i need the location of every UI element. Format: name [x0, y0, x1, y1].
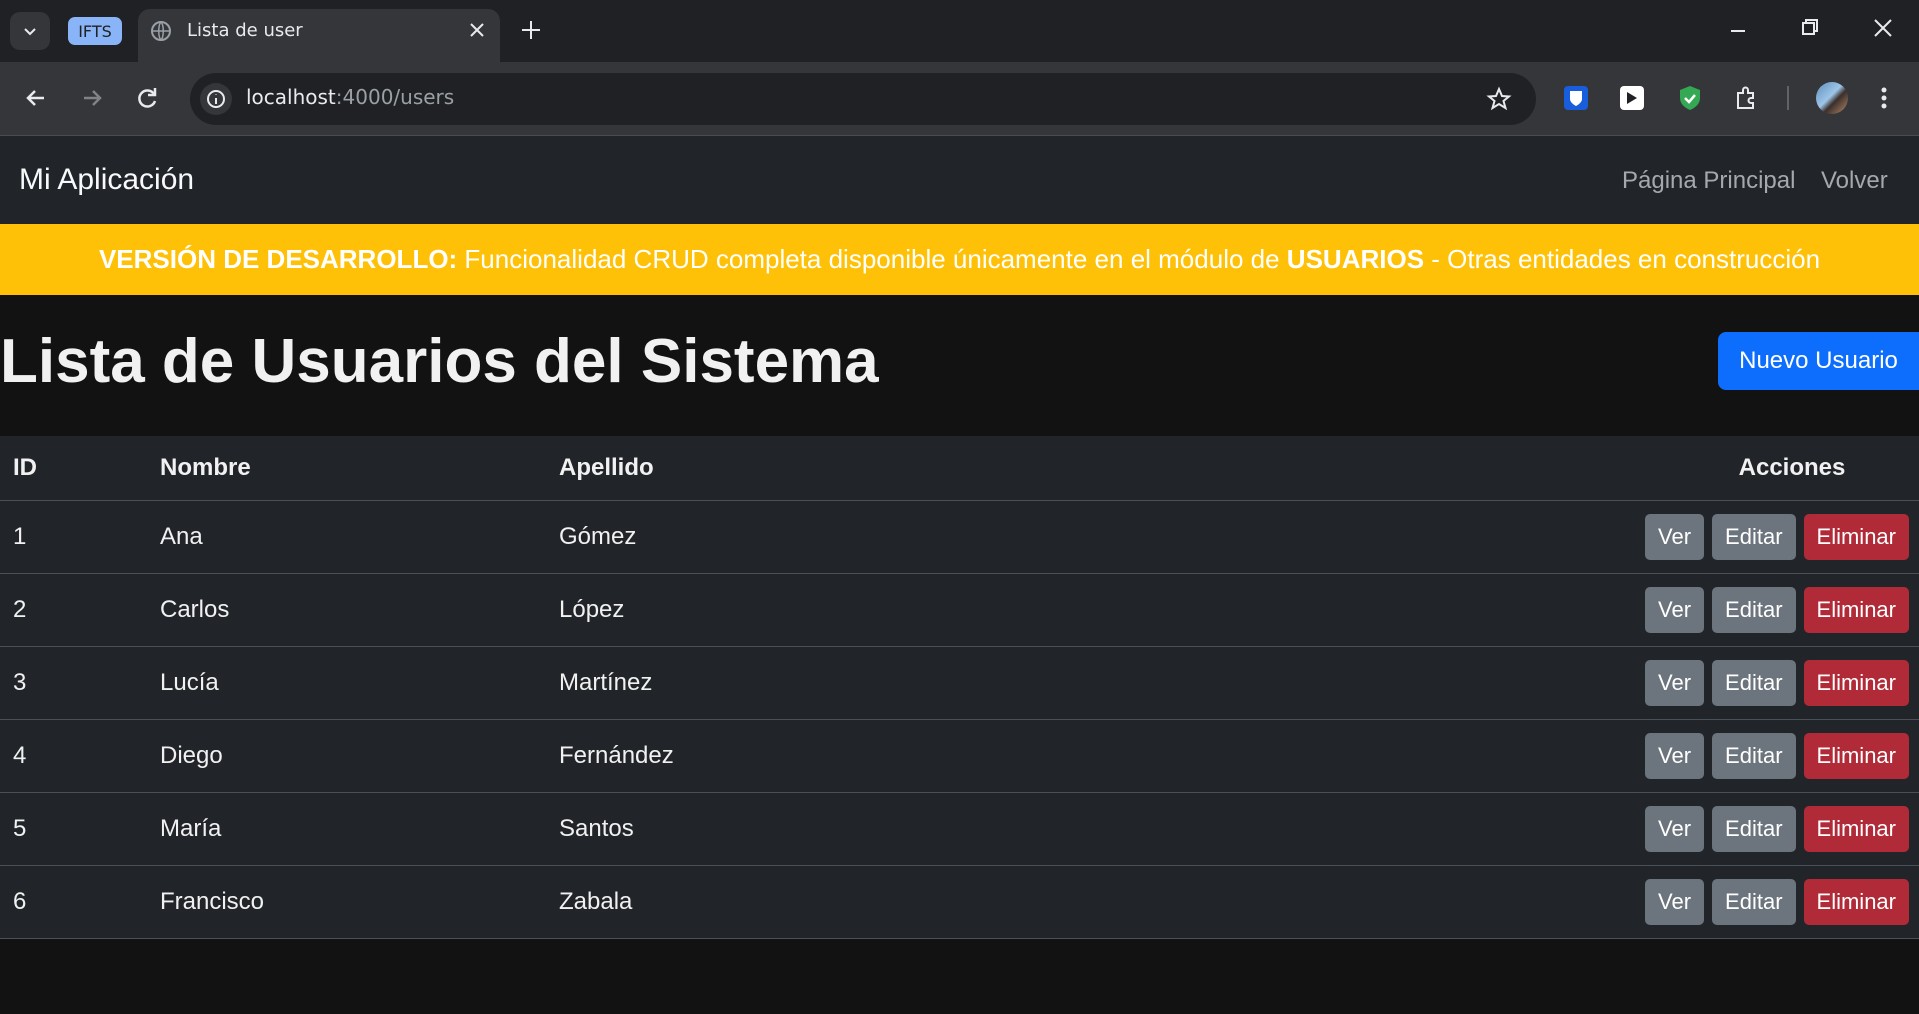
- minimize-icon[interactable]: [1728, 16, 1748, 36]
- row-id: 3: [0, 646, 160, 720]
- delete-button[interactable]: Eliminar: [1803, 659, 1909, 706]
- row-nombre: María: [160, 792, 559, 866]
- row-apellido: Martínez: [559, 646, 1525, 720]
- row-nombre: Ana: [160, 500, 559, 574]
- row-apellido: López: [559, 573, 1525, 647]
- page-title: Lista de Usuarios del Sistema: [0, 327, 879, 396]
- site-info-icon[interactable]: [200, 83, 232, 115]
- chevron-down-icon: [24, 28, 36, 36]
- shield-icon[interactable]: [1676, 84, 1704, 112]
- row-actions: Ver Editar Eliminar: [1525, 865, 1919, 939]
- delete-button[interactable]: Eliminar: [1803, 805, 1909, 852]
- new-user-button[interactable]: Nuevo Usuario: [1718, 332, 1919, 390]
- nav-link-home[interactable]: Página Principal: [1622, 167, 1795, 195]
- delete-button[interactable]: Eliminar: [1803, 878, 1909, 925]
- reload-icon[interactable]: [133, 84, 161, 112]
- edit-button[interactable]: Editar: [1712, 659, 1796, 706]
- row-id: 4: [0, 719, 160, 793]
- edit-button[interactable]: Editar: [1712, 732, 1796, 779]
- row-actions: Ver Editar Eliminar: [1525, 500, 1919, 574]
- back-arrow-icon[interactable]: [22, 84, 50, 112]
- toolbar-separator: [1787, 86, 1789, 110]
- column-header-nombre: Nombre: [160, 436, 559, 501]
- edit-button[interactable]: Editar: [1712, 513, 1796, 560]
- edit-button[interactable]: Editar: [1712, 805, 1796, 852]
- delete-button[interactable]: Eliminar: [1803, 513, 1909, 560]
- table-row: 6 Francisco Zabala Ver Editar Eliminar: [0, 865, 1919, 939]
- table-row: 5 María Santos Ver Editar Eliminar: [0, 792, 1919, 866]
- table-row: 2 Carlos López Ver Editar Eliminar: [0, 573, 1919, 647]
- app-brand[interactable]: Mi Aplicación: [19, 163, 194, 197]
- column-header-apellido: Apellido: [559, 436, 1525, 501]
- row-nombre: Lucía: [160, 646, 559, 720]
- edit-button[interactable]: Editar: [1712, 878, 1796, 925]
- extension-icon[interactable]: [1618, 84, 1646, 112]
- tab-title: Lista de user: [187, 20, 303, 41]
- view-button[interactable]: Ver: [1645, 732, 1705, 779]
- row-actions: Ver Editar Eliminar: [1525, 792, 1919, 866]
- url-text[interactable]: localhost:4000/users: [246, 85, 454, 109]
- view-button[interactable]: Ver: [1645, 586, 1705, 633]
- delete-button[interactable]: Eliminar: [1803, 732, 1909, 779]
- row-nombre: Carlos: [160, 573, 559, 647]
- view-button[interactable]: Ver: [1645, 513, 1705, 560]
- profile-avatar[interactable]: [1816, 82, 1848, 114]
- row-id: 2: [0, 573, 160, 647]
- row-actions: Ver Editar Eliminar: [1525, 646, 1919, 720]
- row-actions: Ver Editar Eliminar: [1525, 573, 1919, 647]
- view-button[interactable]: Ver: [1645, 878, 1705, 925]
- row-apellido: Santos: [559, 792, 1525, 866]
- table-row: 3 Lucía Martínez Ver Editar Eliminar: [0, 646, 1919, 720]
- plus-icon[interactable]: [518, 17, 544, 43]
- tab-group-label[interactable]: IFTS: [68, 17, 122, 45]
- table-row: 4 Diego Fernández Ver Editar Eliminar: [0, 719, 1919, 793]
- column-header-id: ID: [0, 436, 160, 501]
- bitwarden-extension-icon[interactable]: [1562, 84, 1590, 112]
- row-id: 1: [0, 500, 160, 574]
- row-nombre: Francisco: [160, 865, 559, 939]
- row-apellido: Gómez: [559, 500, 1525, 574]
- more-vert-icon[interactable]: [1878, 84, 1890, 112]
- dev-warning-alert: VERSIÓN DE DESARROLLO: Funcionalidad CRU…: [0, 224, 1919, 295]
- row-nombre: Diego: [160, 719, 559, 793]
- row-apellido: Fernández: [559, 719, 1525, 793]
- forward-arrow-icon[interactable]: [78, 84, 106, 112]
- row-apellido: Zabala: [559, 865, 1525, 939]
- close-icon[interactable]: [466, 19, 488, 41]
- view-button[interactable]: Ver: [1645, 805, 1705, 852]
- puzzle-icon[interactable]: [1733, 84, 1761, 112]
- tab-search-button[interactable]: [10, 12, 50, 50]
- users-table: ID Nombre Apellido Acciones 1 Ana Gómez …: [0, 436, 1919, 939]
- column-header-acciones: Acciones: [1525, 436, 1919, 501]
- window-close-icon[interactable]: [1873, 18, 1893, 38]
- row-actions: Ver Editar Eliminar: [1525, 719, 1919, 793]
- table-header-row: ID Nombre Apellido Acciones: [0, 436, 1919, 501]
- globe-icon: [151, 21, 171, 41]
- restore-icon[interactable]: [1800, 18, 1820, 38]
- row-id: 6: [0, 865, 160, 939]
- table-row: 1 Ana Gómez Ver Editar Eliminar: [0, 500, 1919, 574]
- delete-button[interactable]: Eliminar: [1803, 586, 1909, 633]
- bookmark-star-icon[interactable]: [1486, 86, 1512, 112]
- nav-link-back[interactable]: Volver: [1821, 167, 1888, 195]
- edit-button[interactable]: Editar: [1712, 586, 1796, 633]
- view-button[interactable]: Ver: [1645, 659, 1705, 706]
- row-id: 5: [0, 792, 160, 866]
